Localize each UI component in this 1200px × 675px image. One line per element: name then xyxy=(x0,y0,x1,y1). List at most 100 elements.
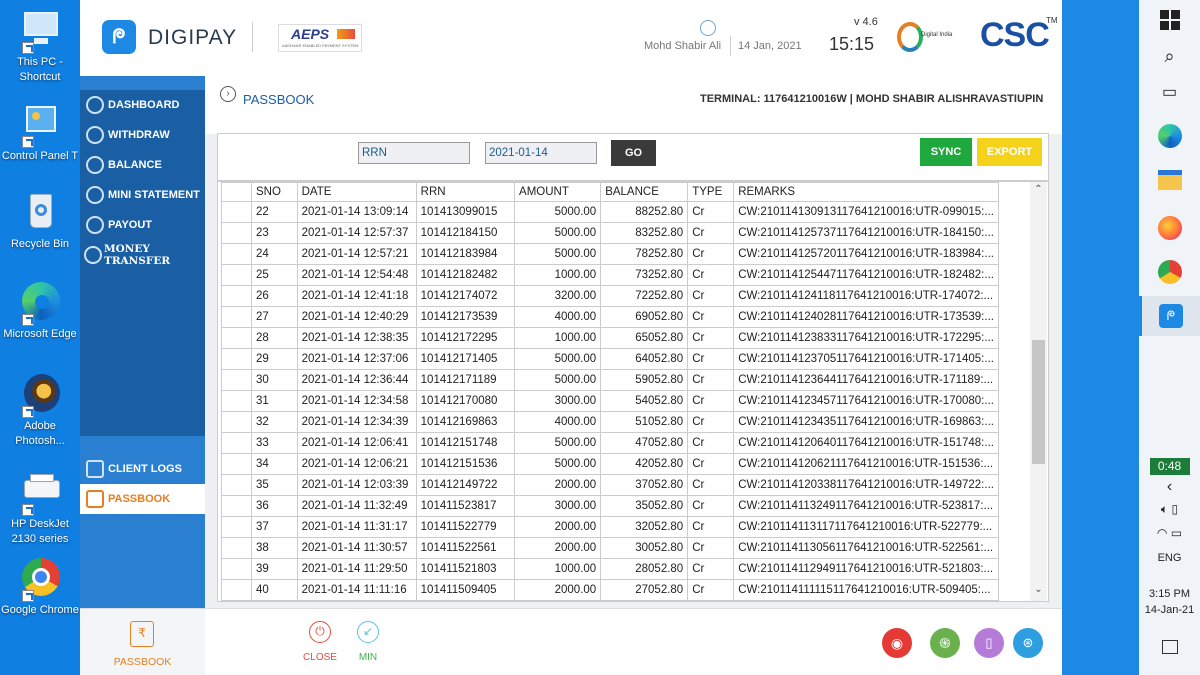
close-button[interactable]: ⏻ CLOSE xyxy=(303,621,337,663)
table-row[interactable]: 32 2021-01-14 12:34:39 101412169863 4000.00… xyxy=(221,411,999,433)
go-button[interactable]: GO xyxy=(611,140,656,166)
network-icon[interactable]: ⊛ xyxy=(1013,628,1043,658)
cell-type: Cr xyxy=(687,474,735,496)
show-hidden-icons[interactable]: ‹ xyxy=(1139,478,1200,496)
table-row[interactable]: 26 2021-01-14 12:41:18 101412174072 3200.00… xyxy=(221,285,999,307)
cell-date: 2021-01-14 13:09:14 xyxy=(296,201,417,223)
nav-client-logs[interactable]: CLIENT LOGS xyxy=(80,454,205,484)
cell-remarks: CW:210114113249117641210016:UTR-523817:.… xyxy=(733,495,999,517)
language-indicator[interactable]: ENG xyxy=(1139,552,1200,564)
table-row[interactable]: 38 2021-01-14 11:30:57 101411522561 2000.00… xyxy=(221,537,999,559)
user-name: Mohd Shabir Ali xyxy=(644,40,722,52)
nav-passbook[interactable]: PASSBOOK xyxy=(80,484,205,514)
cell-rrn: 101412151536 xyxy=(415,453,516,475)
table-row[interactable]: 34 2021-01-14 12:06:21 101412151536 5000.00… xyxy=(221,453,999,475)
footer-passbook[interactable]: ₹ PASSBOOK xyxy=(80,609,205,675)
table-row[interactable]: 30 2021-01-14 12:36:44 101412171189 5000.00… xyxy=(221,369,999,391)
table-row[interactable]: 39 2021-01-14 11:29:50 101411521803 1000.00… xyxy=(221,558,999,580)
nav-dashboard[interactable]: DASHBOARD xyxy=(80,90,205,120)
nav-withdraw[interactable]: WITHDRAW xyxy=(80,120,205,150)
table-row[interactable]: 37 2021-01-14 11:31:17 101411522779 2000.00… xyxy=(221,516,999,538)
col-amount[interactable]: AMOUNT xyxy=(514,182,602,202)
battery-indicator[interactable]: 0:48 xyxy=(1139,458,1200,475)
cell-balance: 64052.80 xyxy=(600,348,689,370)
date-input[interactable]: 2021-01-14 xyxy=(485,142,597,164)
cell-balance: 59052.80 xyxy=(600,369,689,391)
desktop-icon-photoshop[interactable]: Adobe Photosh... xyxy=(0,372,80,449)
eye-icon[interactable]: ◉ xyxy=(882,628,912,658)
start-button[interactable] xyxy=(1139,10,1200,30)
clock-date[interactable]: 14-Jan-21 xyxy=(1139,604,1200,616)
taskbar-firefox[interactable] xyxy=(1139,216,1200,240)
sync-button[interactable]: SYNC xyxy=(920,138,972,166)
cell-remarks: CW:210114123435117641210016:UTR-169863:.… xyxy=(733,411,999,433)
table-row[interactable]: 36 2021-01-14 11:32:49 101411523817 3000.00… xyxy=(221,495,999,517)
vertical-scrollbar[interactable]: ⌃ ⌄ xyxy=(1030,182,1047,601)
nav-mini-statement[interactable]: MINI STATEMENT xyxy=(80,180,205,210)
nav-money-transfer[interactable]: MONEY TRANSFER xyxy=(80,240,205,270)
search-button[interactable]: ⌕ xyxy=(1139,46,1200,70)
battery-time: 0:48 xyxy=(1149,458,1190,475)
desktop-icon-edge[interactable]: Microsoft Edge xyxy=(0,280,80,342)
scroll-thumb[interactable] xyxy=(1032,340,1045,464)
desktop-icon-label: Microsoft Edge xyxy=(3,328,77,340)
table-row[interactable]: 40 2021-01-14 11:11:16 101411509405 2000.00… xyxy=(221,579,999,601)
rrn-input[interactable]: RRN xyxy=(358,142,470,164)
desktop-icon-this-pc[interactable]: This PC - Shortcut xyxy=(0,8,80,85)
table-row[interactable]: 25 2021-01-14 12:54:48 101412182482 1000.00… xyxy=(221,264,999,286)
table-row[interactable]: 29 2021-01-14 12:37:06 101412171405 5000.00… xyxy=(221,348,999,370)
col-rrn[interactable]: RRN xyxy=(415,182,516,202)
chevron-right-icon[interactable]: › xyxy=(220,86,236,102)
taskbar-digipay[interactable]: ᖘ xyxy=(1139,296,1200,336)
desktop-icon-recycle-bin[interactable]: Recycle Bin xyxy=(0,190,80,252)
cell-amount: 5000.00 xyxy=(514,348,602,370)
power-icon: ⏻ xyxy=(309,621,331,643)
col-remarks[interactable]: REMARKS xyxy=(733,182,999,202)
table-row[interactable]: 27 2021-01-14 12:40:29 101412173539 4000.00… xyxy=(221,306,999,328)
export-button[interactable]: EXPORT xyxy=(977,138,1042,166)
taskbar-chrome[interactable] xyxy=(1139,260,1200,284)
notifications-button[interactable] xyxy=(1139,636,1200,654)
cell-type: Cr xyxy=(687,432,735,454)
table-row[interactable]: 33 2021-01-14 12:06:41 101412151748 5000.00… xyxy=(221,432,999,454)
clock-time[interactable]: 3:15 PM xyxy=(1139,588,1200,600)
table-row[interactable]: 31 2021-01-14 12:34:58 101412170080 3000.00… xyxy=(221,390,999,412)
system-tray-2[interactable]: ◠ ▭ xyxy=(1139,526,1200,540)
cell-date: 2021-01-14 12:57:37 xyxy=(296,222,417,244)
task-view-button[interactable]: ▭ xyxy=(1139,82,1200,106)
taskbar-edge[interactable] xyxy=(1139,124,1200,148)
col-type[interactable]: TYPE xyxy=(687,182,735,202)
cell-amount: 3000.00 xyxy=(514,495,602,517)
edge-icon xyxy=(1157,124,1182,148)
scroll-down-icon[interactable]: ⌄ xyxy=(1030,584,1047,598)
desktop-icon-control-panel[interactable]: Control Panel T xyxy=(0,102,80,164)
table-row[interactable]: 35 2021-01-14 12:03:39 101412149722 2000.00… xyxy=(221,474,999,496)
system-tray[interactable]: 🔈︎ ▯ xyxy=(1139,502,1200,517)
taskbar-file-explorer[interactable] xyxy=(1139,170,1200,190)
scroll-up-icon[interactable]: ⌃ xyxy=(1030,184,1047,198)
col-sno[interactable]: SNO xyxy=(250,182,298,202)
desktop-icon-hp-deskjet[interactable]: HP DeskJet 2130 series xyxy=(0,470,80,547)
nav-payout[interactable]: PAYOUT xyxy=(80,210,205,240)
cell-type: Cr xyxy=(687,516,735,538)
fingerprint-icon[interactable]: ֍ xyxy=(930,628,960,658)
cell-remarks: CW:210114112949117641210016:UTR-521803:.… xyxy=(733,558,999,580)
table-row[interactable]: 22 2021-01-14 13:09:14 101413099015 5000.00… xyxy=(221,201,999,223)
table-row[interactable]: 24 2021-01-14 12:57:21 101412183984 5000.00… xyxy=(221,243,999,265)
cell-remarks: CW:210114123833117641210016:UTR-172295:.… xyxy=(733,327,999,349)
brand-name: DIGIPAY xyxy=(148,26,238,49)
desktop-icon-chrome[interactable]: Google Chrome xyxy=(0,556,80,618)
col-balance[interactable]: BALANCE xyxy=(600,182,689,202)
nav-balance[interactable]: BALANCE xyxy=(80,150,205,180)
cell-balance: 30052.80 xyxy=(600,537,689,559)
cell-date: 2021-01-14 11:30:57 xyxy=(296,537,417,559)
table-row[interactable]: 23 2021-01-14 12:57:37 101412184150 5000.00… xyxy=(221,222,999,244)
cell-sno: 27 xyxy=(250,306,298,328)
device-icon[interactable]: ▯ xyxy=(974,628,1004,658)
col-date[interactable]: DATE xyxy=(296,182,417,202)
table-row[interactable]: 28 2021-01-14 12:38:35 101412172295 1000.00… xyxy=(221,327,999,349)
minimize-button[interactable]: ↙ MIN xyxy=(351,621,385,663)
balance-icon xyxy=(86,156,104,174)
page-title: PASSBOOK xyxy=(243,92,315,107)
cell-sno: 25 xyxy=(250,264,298,286)
